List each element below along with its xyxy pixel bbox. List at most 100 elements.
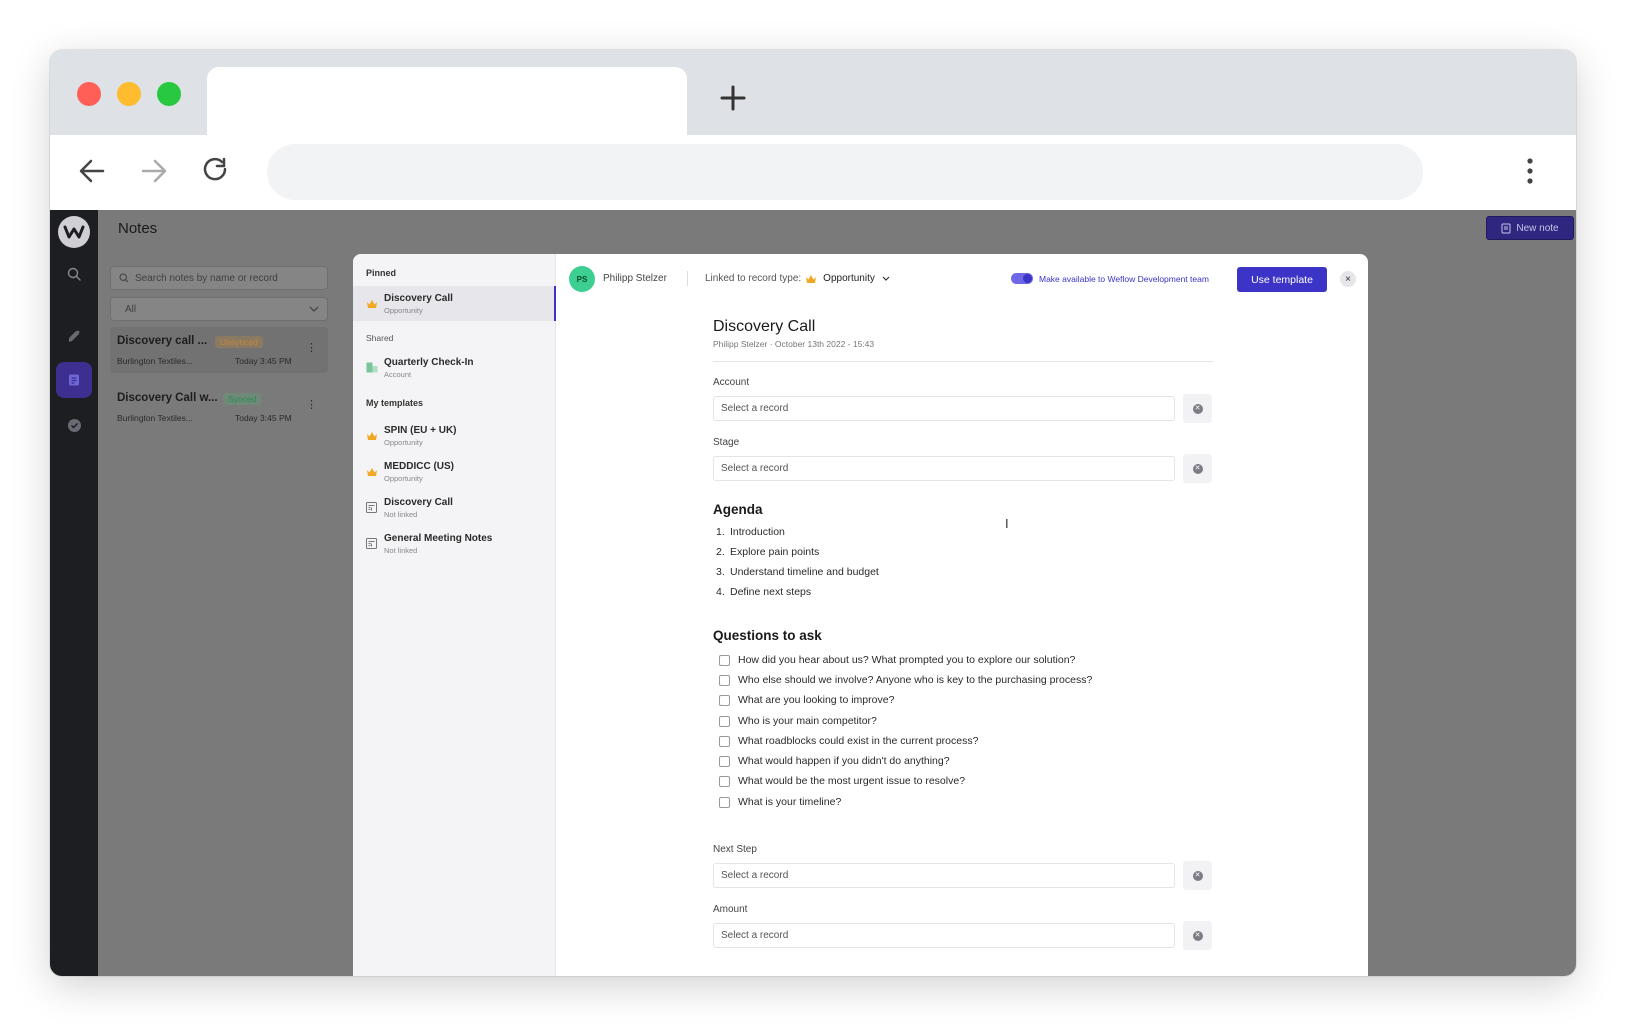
checklist-item: What would happen if you didn't do anyth…: [719, 755, 950, 767]
note-list-item[interactable]: Discovery call ... Unsynced Burlington T…: [110, 327, 328, 373]
checkbox[interactable]: [719, 755, 730, 767]
arrow-right-icon[interactable]: [134, 151, 174, 191]
checkbox[interactable]: [719, 735, 730, 747]
note-time: Today 3:45 PM: [235, 413, 292, 423]
template-type: Opportunity: [384, 306, 423, 315]
question-text: What would be the most urgent issue to r…: [738, 775, 966, 787]
checkbox[interactable]: [719, 775, 730, 787]
text-cursor-icon: I: [1005, 516, 1009, 531]
agenda-number: 3.: [716, 566, 725, 578]
question-text: Who is your main competitor?: [738, 715, 877, 727]
template-name: Discovery Call: [384, 497, 453, 508]
checklist-item: What roadblocks could exist in the curre…: [719, 735, 978, 747]
new-note-button[interactable]: New note: [1486, 216, 1574, 240]
clear-icon[interactable]: ✕: [1183, 921, 1212, 950]
page-title: Notes: [118, 220, 158, 237]
template-name: Discovery Call: [384, 293, 453, 304]
section-label-shared: Shared: [366, 333, 394, 343]
template-item[interactable]: General Meeting Notes Not linked: [353, 526, 556, 561]
agenda-text: Introduction: [730, 526, 785, 538]
kebab-menu-icon[interactable]: [1510, 151, 1550, 191]
close-window-button[interactable]: [77, 82, 101, 106]
question-text: What is your timeline?: [738, 796, 842, 808]
maximize-window-button[interactable]: [157, 82, 181, 106]
template-type: Account: [384, 370, 412, 379]
template-item[interactable]: MEDDICC (US) Opportunity: [353, 454, 556, 489]
arrow-left-icon[interactable]: [72, 151, 112, 191]
agenda-item: 3. Understand timeline and budget: [716, 566, 879, 578]
template-type: Opportunity: [384, 474, 423, 483]
header-divider: [687, 271, 688, 286]
next-step-select[interactable]: Select a record: [713, 863, 1175, 888]
checkbox[interactable]: [719, 715, 730, 727]
checkbox[interactable]: [719, 674, 730, 686]
close-icon[interactable]: ×: [1340, 271, 1356, 287]
agenda-number: 2.: [716, 546, 725, 558]
linked-record-type-select[interactable]: Linked to record type: Opportunity: [705, 273, 893, 284]
template-item[interactable]: Quarterly Check-In Account: [353, 350, 556, 385]
account-select[interactable]: Select a record: [713, 396, 1175, 421]
doc-meta: Philipp Stelzer · October 13th 2022 - 15…: [713, 339, 875, 349]
template-content: Discovery Call Philipp Stelzer · October…: [713, 318, 1213, 950]
crown-icon: [365, 465, 378, 478]
note-record: Burlington Textiles...: [117, 356, 193, 366]
doc-title: Discovery Call: [713, 318, 816, 335]
building-icon: [365, 361, 378, 374]
agenda-item: 4. Define next steps: [716, 586, 811, 598]
question-text: What would happen if you didn't do anyth…: [738, 755, 950, 767]
checkbox[interactable]: [719, 654, 730, 666]
note-icon: [1501, 223, 1511, 233]
checklist-item: Who is your main competitor?: [719, 715, 877, 727]
minimize-window-button[interactable]: [117, 82, 141, 106]
linked-label: Linked to record type:: [705, 273, 802, 284]
browser-tab[interactable]: [207, 67, 687, 135]
question-text: What are you looking to improve?: [738, 694, 895, 706]
app-sidebar-rail: [50, 210, 98, 976]
checkbox[interactable]: [719, 796, 730, 808]
kebab-menu-icon[interactable]: ⋮: [306, 398, 317, 411]
search-placeholder: Search notes by name or record: [135, 272, 278, 284]
template-item[interactable]: Discovery Call Not linked: [353, 490, 556, 525]
address-bar[interactable]: [267, 144, 1423, 200]
rocket-icon[interactable]: [58, 321, 90, 353]
chevron-down-icon: [309, 306, 319, 312]
note-list-item[interactable]: Discovery Call w... Synced Burlington Te…: [110, 384, 328, 430]
reload-icon[interactable]: [196, 151, 236, 191]
notes-filter-select[interactable]: All: [110, 297, 328, 321]
search-notes-input[interactable]: Search notes by name or record: [110, 266, 328, 290]
share-toggle[interactable]: [1011, 273, 1033, 284]
clear-icon[interactable]: ✕: [1183, 394, 1212, 423]
agenda-number: 1.: [716, 526, 725, 538]
check-circle-icon[interactable]: [58, 409, 90, 441]
template-name: SPIN (EU + UK): [384, 425, 457, 436]
checklist-item: Who else should we involve? Anyone who i…: [719, 674, 1092, 686]
template-item[interactable]: Discovery Call Opportunity: [353, 286, 556, 321]
amount-select[interactable]: Select a record: [713, 923, 1175, 948]
checklist-item: What are you looking to improve?: [719, 694, 894, 706]
note-time: Today 3:45 PM: [235, 356, 292, 366]
browser-titlebar: [50, 50, 1576, 135]
kebab-menu-icon[interactable]: ⋮: [306, 341, 317, 354]
use-template-button[interactable]: Use template: [1237, 267, 1327, 292]
clear-icon[interactable]: ✕: [1183, 861, 1212, 890]
search-icon[interactable]: [58, 258, 90, 290]
weflow-logo-icon[interactable]: [58, 216, 90, 248]
notes-icon[interactable]: [56, 362, 92, 398]
template-type: Not linked: [384, 546, 418, 555]
template-icon: [365, 501, 378, 514]
template-type: Opportunity: [384, 438, 423, 447]
section-label-pinned: Pinned: [366, 268, 397, 278]
template-icon: [365, 537, 378, 550]
template-item[interactable]: SPIN (EU + UK) Opportunity: [353, 418, 556, 453]
agenda-text: Define next steps: [730, 586, 812, 598]
browser-window: Notes Search notes by name or record All…: [50, 50, 1576, 976]
crown-icon: [365, 297, 378, 310]
status-badge: Unsynced: [215, 336, 263, 348]
template-type: Not linked: [384, 510, 418, 519]
stage-select[interactable]: Select a record: [713, 456, 1175, 481]
template-list: Pinned Discovery Call Opportunity Shared…: [353, 254, 556, 976]
checkbox[interactable]: [719, 694, 730, 706]
clear-icon[interactable]: ✕: [1183, 454, 1212, 483]
modal-header: PS Philipp Stelzer Linked to record type…: [556, 254, 1368, 304]
plus-icon[interactable]: [715, 80, 751, 116]
